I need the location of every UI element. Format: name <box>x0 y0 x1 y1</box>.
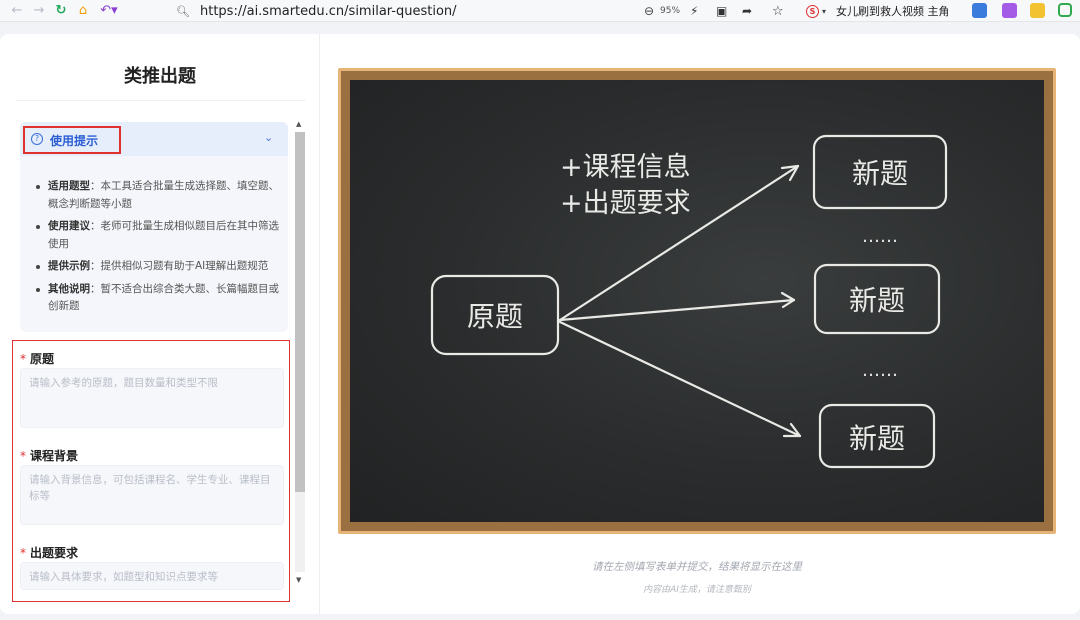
arrow-to-output-2 <box>558 298 796 322</box>
result-placeholder-hint: 请在左侧填写表单并提交，结果将显示在这里 <box>592 561 802 573</box>
page-container: 类推出题 ? 使用提示 ⌄ 适用题型：本工具适合批量生成选择题、填空题、概念判断… <box>0 34 1080 614</box>
chalkboard-surface: 原题 +课程信息 +出题要求 新题 新题 新题 …… …… <box>350 80 1044 522</box>
ai-disclaimer: 内容由AI生成，请注意甄别 <box>643 585 751 595</box>
form-panel: 类推出题 ? 使用提示 ⌄ 适用题型：本工具适合批量生成选择题、填空题、概念判断… <box>0 34 320 614</box>
arrowhead-1 <box>780 164 800 182</box>
question-requirements-input[interactable]: 请输入具体要求，如题型和知识点要求等 <box>20 562 284 590</box>
edit-extension-icon[interactable] <box>1002 3 1017 18</box>
arrow-to-output-3 <box>558 320 802 438</box>
source-box-label: 原题 <box>467 300 523 333</box>
scroll-down-icon[interactable]: ▼ <box>296 576 301 584</box>
news-ticker[interactable]: 女儿刷到救人视频 主角 <box>836 3 948 19</box>
form-scrollbar[interactable]: ▲ ▼ <box>294 120 306 590</box>
address-bar[interactable]: 🔍︎ https://ai.smartedu.cn/similar-questi… <box>176 1 948 21</box>
tip-item: 其他说明：暂不适合出综合类大题、长篇幅题目或创新题 <box>34 281 284 316</box>
tip-item: 适用题型：本工具适合批量生成选择题、填空题、概念判断题等小题 <box>34 178 284 213</box>
original-question-label: * 原题 <box>20 352 55 366</box>
tip-item: 提供示例：提供相似习题有助于AI理解出题规范 <box>34 258 284 276</box>
course-background-input[interactable]: 请输入背景信息，可包括课程名、学生专业、课程目标等 <box>20 465 284 525</box>
reload-icon[interactable]: ↻ <box>50 0 72 22</box>
panel-title: 类推出题 <box>124 66 196 87</box>
scroll-up-icon[interactable]: ▲ <box>296 120 301 128</box>
usage-tips-list: 适用题型：本工具适合批量生成选择题、填空题、概念判断题等小题 使用建议：老师可批… <box>34 178 284 321</box>
zoom-out-icon[interactable]: ⊖ <box>644 4 654 18</box>
zoom-level: 95% <box>660 6 681 16</box>
translate-extension-icon[interactable] <box>972 3 987 18</box>
browser-toolbar: ← → ↻ ⌂ ↶▾ 🔍︎ https://ai.smartedu.cn/sim… <box>0 0 1080 22</box>
output-box-label-1: 新题 <box>852 157 908 190</box>
url-text[interactable]: https://ai.smartedu.cn/similar-question/ <box>200 4 457 19</box>
back-arrow-icon[interactable]: ← <box>6 0 28 22</box>
tip-item: 使用建议：老师可批量生成相似题目后在其中筛选使用 <box>34 218 284 253</box>
output-box-label-3: 新题 <box>849 422 905 455</box>
screenshot-icon[interactable]: ▣ <box>716 4 727 18</box>
chevron-down-icon[interactable]: ▾ <box>822 7 826 16</box>
forward-arrow-icon[interactable]: → <box>28 0 50 22</box>
lightning-icon[interactable]: ⚡︎ <box>690 4 698 18</box>
ellipsis-2: …… <box>862 360 898 381</box>
title-divider <box>16 100 306 101</box>
usage-tips-header[interactable]: ? 使用提示 ⌄ <box>20 122 288 156</box>
output-box-label-2: 新题 <box>849 284 905 317</box>
home-icon[interactable]: ⌂ <box>72 0 94 22</box>
inputs-line-2: +出题要求 <box>560 188 691 219</box>
question-requirements-label: * 出题要求 <box>20 546 79 560</box>
search-icon: 🔍︎ <box>176 4 190 18</box>
course-background-label: * 课程背景 <box>20 449 79 463</box>
annotation-highlight-tips <box>23 126 121 154</box>
chalkboard-illustration: 原题 +课程信息 +出题要求 新题 新题 新题 …… …… <box>338 68 1056 534</box>
search-engine-icon[interactable]: S <box>806 4 819 18</box>
chevron-down-icon[interactable]: ⌄ <box>264 131 273 144</box>
chalkboard-diagram: 原题 +课程信息 +出题要求 新题 新题 新题 …… …… <box>430 134 948 469</box>
scrollbar-thumb[interactable] <box>295 132 305 492</box>
usage-tips-card: ? 使用提示 ⌄ 适用题型：本工具适合批量生成选择题、填空题、概念判断题等小题 … <box>20 122 288 332</box>
share-icon[interactable]: ➦ <box>742 4 752 18</box>
undo-icon[interactable]: ↶▾ <box>94 0 124 22</box>
original-question-input[interactable]: 请输入参考的原题，题目数量和类型不限 <box>20 368 284 428</box>
inputs-line-1: +课程信息 <box>560 152 691 183</box>
puzzle-extension-icon[interactable] <box>1058 3 1072 17</box>
ellipsis-1: …… <box>862 226 898 247</box>
folder-extension-icon[interactable] <box>1030 3 1045 18</box>
star-icon[interactable]: ☆ <box>772 4 784 19</box>
